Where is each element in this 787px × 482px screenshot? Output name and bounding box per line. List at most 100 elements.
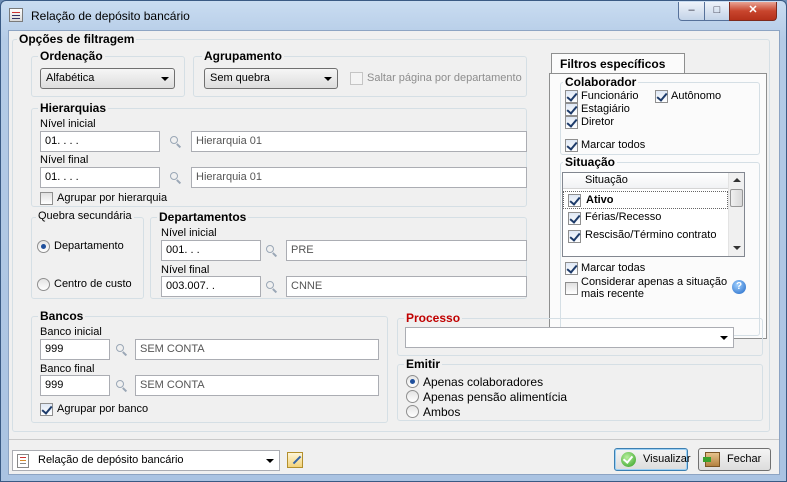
situation-listbox[interactable]: Situação Ativo Férias/Recesso Rescisão/T… (562, 172, 745, 257)
app-window: Relação de depósito bancário – □ ✕ Opçõe… (0, 0, 787, 482)
radio-only-collaborators[interactable] (406, 375, 419, 388)
scroll-down-icon[interactable] (733, 246, 741, 250)
mark-all-collaborators-checkbox[interactable] (565, 139, 578, 152)
group-by-hierarchy-label: Agrupar por hierarquia (57, 192, 168, 204)
list-item[interactable]: Ativo (563, 191, 728, 209)
dept-initial-desc: PRE (286, 240, 527, 261)
skip-page-checkbox[interactable] (350, 72, 363, 85)
situation-row-label: Ativo (586, 194, 614, 206)
dept-final-label: Nível final (161, 264, 210, 276)
dept-final-input[interactable]: 003.007. . (161, 276, 261, 297)
banks-group: Bancos Banco inicial 999 SEM CONTA Banco… (31, 309, 388, 423)
most-recent-label-line1: Considerar apenas a situação (581, 276, 728, 288)
mark-all-situations-label: Marcar todas (581, 262, 646, 274)
bank-initial-input[interactable]: 999 (40, 339, 110, 360)
intern-checkbox[interactable] (565, 103, 578, 116)
chevron-down-icon (266, 459, 274, 463)
situation-row-label: Férias/Recesso (585, 211, 662, 223)
radio-only-collaborators-label: Apenas colaboradores (423, 375, 544, 389)
radio-department[interactable] (37, 240, 50, 253)
chevron-down-icon (324, 77, 332, 81)
situation-row-checkbox[interactable] (568, 194, 581, 207)
dialog-client-area: Opções de filtragem Ordenação Alfabética… (8, 30, 780, 475)
scroll-up-icon[interactable] (733, 178, 741, 182)
intern-label: Estagiário (581, 103, 630, 115)
tab-specific-filters[interactable]: Filtros específicos (551, 53, 685, 74)
ordering-value: Alfabética (46, 72, 95, 84)
group-by-hierarchy-checkbox[interactable] (40, 192, 53, 205)
scroll-thumb[interactable] (730, 189, 743, 207)
close-dialog-button-label: Fechar (727, 453, 762, 465)
ordering-select[interactable]: Alfabética (40, 68, 175, 89)
situation-row-checkbox[interactable] (568, 212, 581, 225)
edit-report-icon[interactable] (287, 452, 303, 468)
list-item[interactable]: Férias/Recesso (563, 209, 728, 227)
hier-initial-label: Nível inicial (40, 118, 96, 130)
situation-row-checkbox[interactable] (568, 230, 581, 243)
group-by-bank-checkbox[interactable] (40, 403, 53, 416)
minimize-button[interactable]: – (678, 2, 705, 21)
report-select[interactable]: Relação de depósito bancário (12, 450, 280, 471)
radio-cost-center-label: Centro de custo (54, 278, 132, 290)
help-icon[interactable]: ? (732, 280, 746, 294)
grouping-group: Agrupamento Sem quebra Saltar página por… (193, 49, 527, 97)
search-icon[interactable] (116, 344, 128, 356)
hierarchies-group: Hierarquias Nível inicial 01. . . . Hier… (31, 101, 527, 207)
director-checkbox[interactable] (565, 116, 578, 129)
view-button-label: Visualizar (643, 453, 691, 465)
employee-label: Funcionário (581, 90, 639, 102)
process-label: Processo (404, 311, 463, 325)
dept-initial-input[interactable]: 001. . . (161, 240, 261, 261)
radio-both[interactable] (406, 405, 419, 418)
search-icon[interactable] (116, 380, 128, 392)
ordering-label: Ordenação (38, 49, 105, 63)
radio-cost-center[interactable] (37, 278, 50, 291)
process-select[interactable] (405, 327, 734, 348)
situation-row-label: Rescisão/Término contrato (585, 229, 717, 241)
list-item[interactable]: Rescisão/Término contrato (563, 227, 728, 245)
chevron-down-icon (720, 336, 728, 340)
collaborator-label: Colaborador (563, 75, 639, 89)
freelancer-checkbox[interactable] (655, 90, 668, 103)
hier-final-desc: Hierarquia 01 (191, 167, 527, 188)
close-dialog-button[interactable]: Fechar (698, 448, 771, 471)
grouping-select[interactable]: Sem quebra (204, 68, 338, 89)
situation-label: Situação (563, 155, 618, 169)
secondary-break-label: Quebra secundária (36, 210, 134, 222)
bank-initial-label: Banco inicial (40, 326, 102, 338)
chevron-down-icon (161, 77, 169, 81)
search-icon[interactable] (170, 136, 182, 148)
dept-final-desc: CNNE (286, 276, 527, 297)
employee-checkbox[interactable] (565, 90, 578, 103)
director-label: Diretor (581, 116, 615, 128)
search-icon[interactable] (266, 281, 278, 293)
mark-all-collaborators-label: Marcar todos (581, 139, 646, 151)
bank-final-input[interactable]: 999 (40, 375, 110, 396)
hier-final-input[interactable]: 01. . . . (40, 167, 160, 188)
group-by-bank-label: Agrupar por banco (57, 403, 149, 415)
title-bar[interactable]: Relação de depósito bancário – □ ✕ (1, 1, 786, 29)
emit-label: Emitir (404, 357, 443, 371)
most-recent-checkbox[interactable] (565, 282, 578, 295)
ordering-group: Ordenação Alfabética (31, 49, 185, 97)
view-button[interactable]: Visualizar (614, 448, 691, 471)
search-icon[interactable] (266, 245, 278, 257)
departments-group: Departamentos Nível inicial 001. . . PRE… (150, 210, 527, 299)
situation-scrollbar[interactable] (728, 173, 744, 256)
close-button[interactable]: ✕ (729, 2, 777, 21)
bank-final-label: Banco final (40, 363, 95, 375)
search-icon[interactable] (170, 172, 182, 184)
hier-initial-input[interactable]: 01. . . . (40, 131, 160, 152)
footer-bar: Relação de depósito bancário Visualizar … (9, 439, 779, 475)
radio-only-alimony[interactable] (406, 390, 419, 403)
exit-icon (703, 452, 720, 467)
radio-only-alimony-label: Apenas pensão alimentícia (423, 390, 568, 404)
process-group: Processo (397, 311, 763, 356)
mark-all-situations-checkbox[interactable] (565, 262, 578, 275)
hier-final-label: Nível final (40, 154, 89, 166)
most-recent-label-line2: mais recente (581, 288, 644, 300)
maximize-button[interactable]: □ (704, 2, 730, 21)
situation-column-header[interactable]: Situação (563, 173, 728, 189)
radio-both-label: Ambos (423, 405, 461, 419)
secondary-break-group: Quebra secundária Departamento Centro de… (31, 210, 144, 299)
